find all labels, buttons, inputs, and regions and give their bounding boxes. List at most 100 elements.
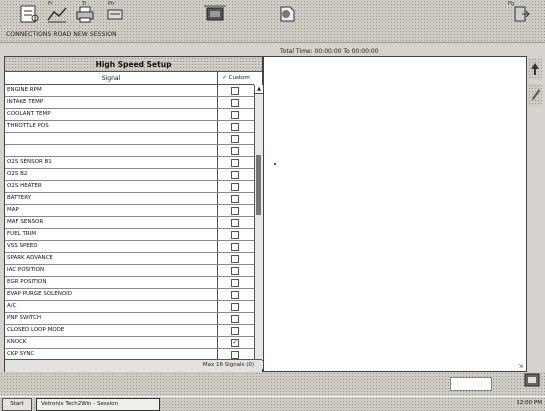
page-icon[interactable] [276, 4, 298, 24]
signal-row[interactable]: ENGINE RPM [5, 85, 254, 97]
custom-checkbox[interactable] [231, 351, 239, 359]
column-divider [217, 169, 218, 180]
custom-checkbox[interactable] [231, 207, 239, 215]
signal-name: FUEL TRIM [7, 231, 37, 237]
side-up-button[interactable] [528, 58, 542, 80]
custom-checkbox[interactable] [231, 147, 239, 155]
column-divider [217, 253, 218, 264]
signal-name: EGR POSITION [7, 279, 47, 285]
signal-name: MAF SENSOR [7, 219, 44, 225]
column-divider [217, 193, 218, 204]
custom-checkbox[interactable] [231, 255, 239, 263]
column-divider [217, 121, 218, 132]
menu-label[interactable]: CONNECTIONS ROAD NEW SESSION [6, 31, 117, 38]
custom-checkbox[interactable] [231, 267, 239, 275]
scrollbar[interactable]: ▲ ▼ [254, 85, 263, 369]
scroll-up-arrow-icon[interactable]: ▲ [255, 85, 263, 94]
signal-name: EVAP PURGE SOLENOID [7, 291, 73, 297]
signal-row[interactable]: KNOCK ✓ [5, 337, 254, 349]
signal-row[interactable]: INTAKE TEMP [5, 97, 254, 109]
signal-row[interactable]: COOLANT TEMP [5, 109, 254, 121]
system-tray-clock: 12:00 PM [516, 400, 542, 406]
signal-row[interactable] [5, 133, 254, 145]
graph-panel[interactable]: ⇲ [263, 56, 527, 372]
signal-row[interactable]: EGR POSITION [5, 277, 254, 289]
column-divider [217, 277, 218, 288]
toolbar: Fr Tr Ptr Pg [0, 0, 545, 30]
signal-row[interactable]: BATTERY [5, 193, 254, 205]
signal-name: VSS SPEED [7, 243, 38, 249]
signal-row[interactable]: O2S SENSOR B1 [5, 157, 254, 169]
menu-bar: CONNECTIONS ROAD NEW SESSION [0, 30, 545, 43]
resize-grip-icon[interactable]: ⇲ [518, 363, 523, 370]
signal-row[interactable]: VSS SPEED [5, 241, 254, 253]
signal-row[interactable]: MAF SENSOR [5, 217, 254, 229]
scanner-icon[interactable] [104, 4, 126, 24]
signal-row[interactable]: CLOSED LOOP MODE [5, 325, 254, 337]
signal-row[interactable]: FUEL TRIM [5, 229, 254, 241]
column-divider [217, 265, 218, 276]
column-divider [217, 145, 218, 156]
column-header-custom[interactable]: ✓ Custom [218, 72, 254, 85]
custom-checkbox[interactable] [231, 183, 239, 191]
side-edit-button[interactable] [528, 84, 542, 106]
column-divider [217, 241, 218, 252]
signal-row[interactable]: THROTTLE POS [5, 121, 254, 133]
custom-checkbox[interactable] [231, 315, 239, 323]
column-header-signal[interactable]: Signal [5, 72, 218, 85]
custom-checkbox[interactable] [231, 291, 239, 299]
signal-row[interactable] [5, 145, 254, 157]
custom-checkbox[interactable] [231, 327, 239, 335]
printer-icon[interactable] [74, 4, 96, 24]
taskbar-app-button[interactable]: Vetronix Tech2Win - Session [36, 398, 160, 411]
signal-row[interactable]: A/C [5, 301, 254, 313]
signal-row[interactable]: O2S HEATER [5, 181, 254, 193]
arrow-up-icon [531, 63, 539, 75]
taskbar: Start Vetronix Tech2Win - Session 12:00 … [0, 396, 545, 411]
camera-icon[interactable] [204, 4, 226, 24]
graph-cursor-mark [274, 163, 276, 165]
column-divider [217, 85, 218, 96]
signal-row[interactable]: MAP [5, 205, 254, 217]
signal-name: O2S SENSOR B1 [7, 159, 52, 165]
bottom-input-field[interactable] [450, 377, 492, 391]
signal-list: ENGINE RPM INTAKE TEMP COOLANT TEMP THROTTL… [5, 85, 254, 373]
column-divider [217, 217, 218, 228]
signal-name: COOLANT TEMP [7, 111, 51, 117]
column-divider [217, 157, 218, 168]
custom-checkbox[interactable] [231, 123, 239, 131]
footer-status: Max 16 Signals (0) [202, 362, 254, 368]
custom-checkbox[interactable] [231, 87, 239, 95]
document-icon[interactable] [18, 4, 40, 24]
custom-checkbox[interactable] [231, 99, 239, 107]
panel-footer: Max 16 Signals (0) [5, 359, 262, 372]
custom-checkbox[interactable] [231, 195, 239, 203]
custom-checkbox[interactable] [231, 231, 239, 239]
signal-row[interactable]: O2S B2 [5, 169, 254, 181]
custom-checkbox[interactable] [231, 159, 239, 167]
custom-checkbox[interactable] [231, 279, 239, 287]
custom-checkbox[interactable] [231, 171, 239, 179]
signal-name: ENGINE RPM [7, 87, 42, 93]
column-divider [217, 97, 218, 108]
exit-icon[interactable] [510, 4, 532, 24]
custom-checkbox[interactable]: ✓ [231, 339, 239, 347]
scroll-thumb[interactable] [256, 155, 261, 215]
pencil-icon [532, 89, 540, 101]
custom-checkbox[interactable] [231, 135, 239, 143]
custom-checkbox[interactable] [231, 219, 239, 227]
signal-name: INTAKE TEMP [7, 99, 44, 105]
signal-row[interactable]: PNP SWITCH [5, 313, 254, 325]
signal-name: BATTERY [7, 195, 32, 201]
record-icon[interactable] [523, 372, 541, 388]
signal-row[interactable]: EVAP PURGE SOLENOID [5, 289, 254, 301]
signal-row[interactable]: SPARK ADVANCE [5, 253, 254, 265]
custom-checkbox[interactable] [231, 243, 239, 251]
signal-name: KNOCK [7, 339, 27, 345]
custom-checkbox[interactable] [231, 111, 239, 119]
custom-checkbox[interactable] [231, 303, 239, 311]
start-button[interactable]: Start [2, 398, 32, 411]
signal-row[interactable]: IAC POSITION [5, 265, 254, 277]
column-divider [217, 109, 218, 120]
graph-icon[interactable] [46, 4, 68, 24]
